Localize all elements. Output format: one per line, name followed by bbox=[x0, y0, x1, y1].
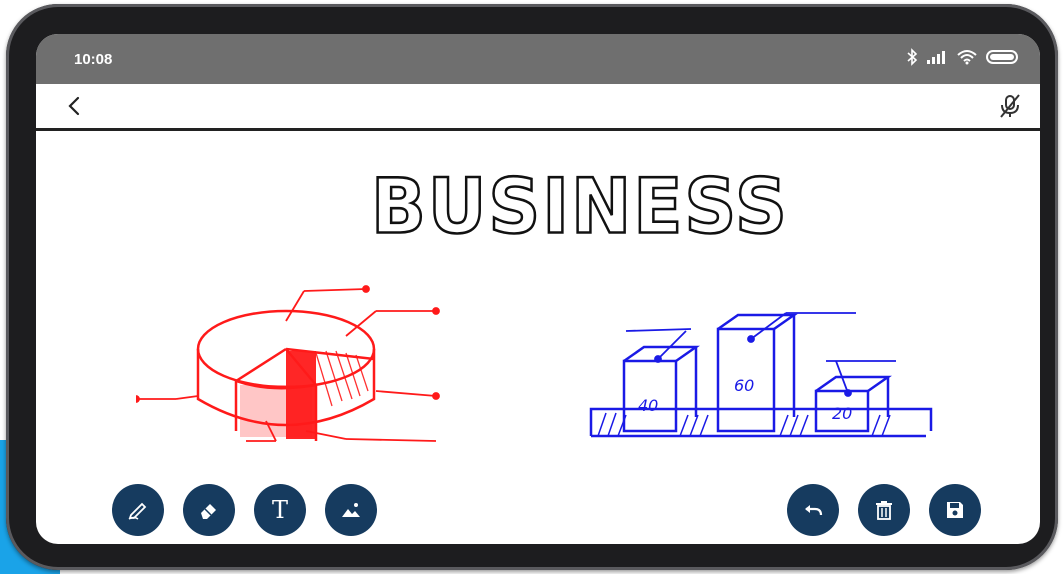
signal-icon bbox=[927, 51, 945, 64]
status-time: 10:08 bbox=[74, 51, 113, 68]
bluetooth-icon bbox=[907, 48, 918, 66]
phone-frame: 10:08 BUSINESS 40 60 20 T bbox=[6, 4, 1058, 570]
wifi-icon bbox=[957, 50, 977, 65]
battery-icon bbox=[986, 50, 1018, 64]
eraser-icon bbox=[201, 504, 216, 519]
chevron-left-icon[interactable] bbox=[62, 92, 86, 120]
bar-chart-sketch: 40 60 20 bbox=[589, 312, 933, 438]
app-bar bbox=[36, 84, 1040, 131]
trash-icon bbox=[876, 501, 892, 520]
drawing-canvas[interactable]: BUSINESS 40 60 20 T bbox=[36, 131, 1040, 544]
status-icons bbox=[906, 48, 1020, 66]
image-tool-button[interactable] bbox=[325, 484, 377, 536]
bar-value-3: 20 bbox=[832, 404, 852, 423]
save-icon bbox=[947, 502, 963, 518]
bar-value-1: 40 bbox=[638, 396, 658, 415]
save-button[interactable] bbox=[929, 484, 981, 536]
text-icon: T bbox=[271, 496, 288, 524]
bar-value-2: 60 bbox=[734, 376, 754, 395]
text-tool-button[interactable]: T bbox=[254, 484, 306, 536]
canvas-title: BUSINESS bbox=[370, 161, 789, 251]
phone-screen: 10:08 BUSINESS 40 60 20 T bbox=[36, 34, 1040, 544]
status-bar: 10:08 bbox=[36, 34, 1040, 84]
pie-chart-sketch bbox=[136, 285, 440, 442]
delete-button[interactable] bbox=[858, 484, 910, 536]
image-icon bbox=[342, 503, 360, 517]
undo-button[interactable] bbox=[787, 484, 839, 536]
undo-icon bbox=[805, 505, 823, 516]
pen-icon bbox=[128, 502, 147, 520]
mic-off-icon[interactable] bbox=[996, 92, 1024, 120]
eraser-tool-button[interactable] bbox=[183, 484, 235, 536]
pen-tool-button[interactable] bbox=[112, 484, 164, 536]
